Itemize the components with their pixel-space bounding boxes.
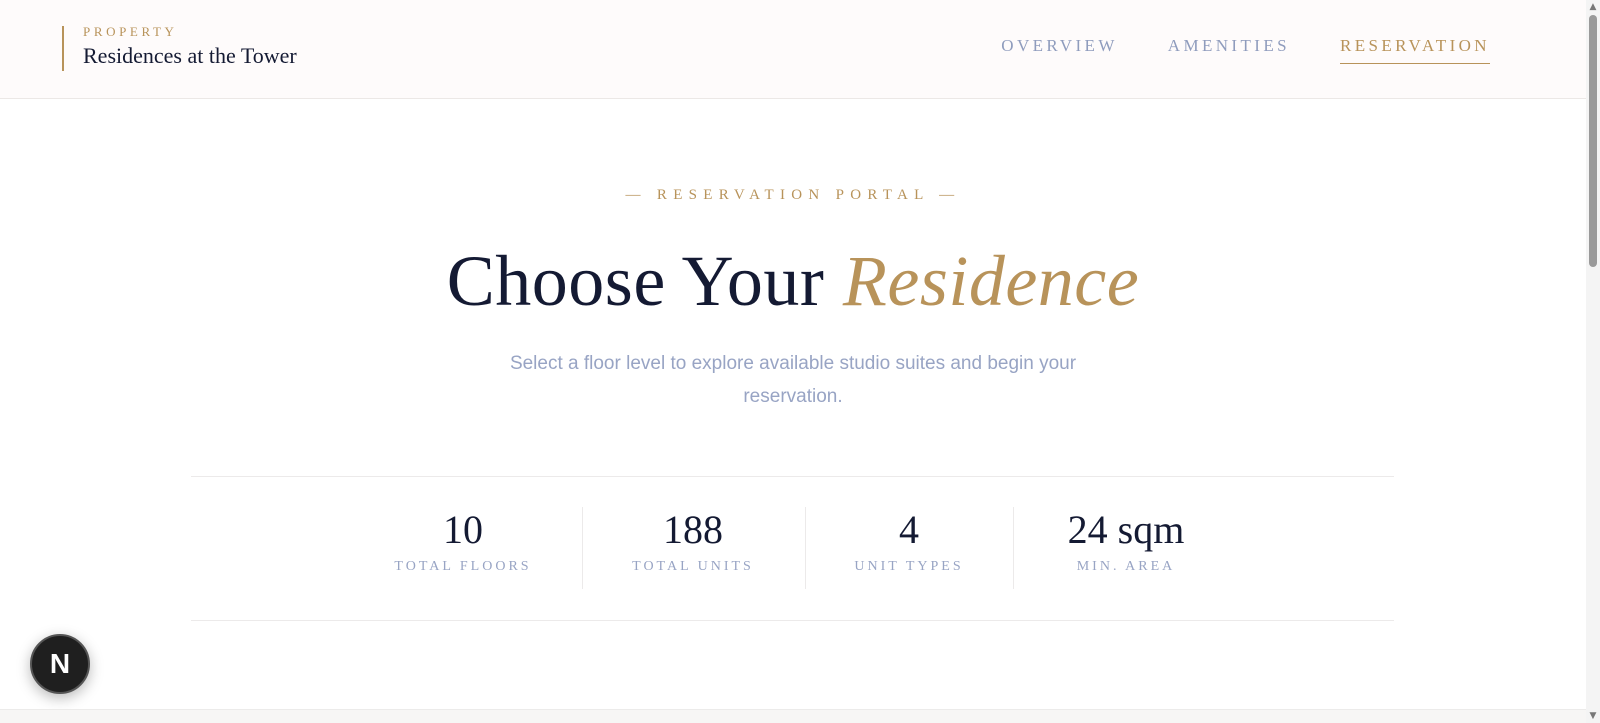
stats-row: 10 TOTAL FLOORS 188 TOTAL UNITS 4 UNIT T… [0,507,1586,589]
brand-kicker: PROPERTY [83,24,178,39]
stats-bottom-divider [191,620,1394,621]
page: PROPERTY Residences at the Tower OVERVIE… [0,0,1600,723]
brand-title: Residences at the Tower [83,43,297,68]
stat-label: MIN. AREA [1076,559,1176,574]
main-nav: OVERVIEW AMENITIES RESERVATION [1001,36,1490,64]
headline-main: Choose Your [446,241,825,321]
stat-value: 4 [899,507,919,552]
nav-item-amenities[interactable]: AMENITIES [1168,36,1290,64]
brand[interactable]: PROPERTY Residences at the Tower [62,24,297,71]
stat-value: 24 sqm [1067,507,1185,552]
bottom-strip [0,709,1586,723]
stat-unit-types: 4 UNIT TYPES [829,507,989,589]
stat-total-floors: 10 TOTAL FLOORS [383,507,543,589]
nav-item-overview[interactable]: OVERVIEW [1001,36,1117,64]
triangle-up-icon[interactable]: ▲ [1586,1,1600,13]
stat-label: TOTAL UNITS [632,559,754,574]
stat-value: 10 [443,507,483,552]
triangle-down-icon[interactable]: ▼ [1586,710,1600,722]
nav-item-reservation[interactable]: RESERVATION [1339,36,1490,64]
n-badge-button[interactable]: N [30,634,90,694]
scroll-thumb[interactable] [1589,15,1597,267]
stats-top-divider [191,476,1394,477]
hero-headline: Choose Your Residence [0,238,1586,324]
stat-min-area: 24 sqm MIN. AREA [1046,507,1206,589]
stat-divider [805,507,806,589]
stat-divider [1013,507,1014,589]
stat-label: UNIT TYPES [854,559,964,574]
stat-total-units: 188 TOTAL UNITS [613,507,773,589]
stat-value: 188 [663,507,723,552]
hero-subtitle: Select a floor level to explore availabl… [509,353,1077,407]
site-header: PROPERTY Residences at the Tower OVERVIE… [0,0,1586,99]
vertical-scrollbar[interactable]: ▲ ▼ [1586,0,1600,723]
stat-divider [582,507,583,589]
hero-kicker: — RESERVATION PORTAL — [625,187,961,203]
stat-label: TOTAL FLOORS [394,559,532,574]
headline-accent: Residence [842,241,1140,321]
